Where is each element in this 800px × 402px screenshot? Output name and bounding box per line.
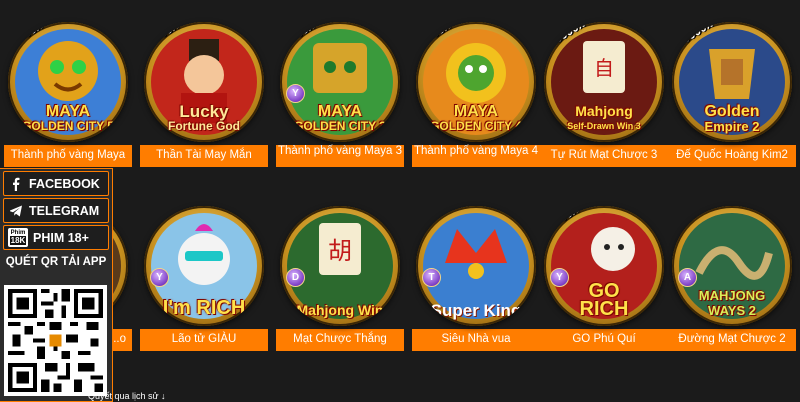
- social-side-panel: FACEBOOK TELEGRAM Phim 18K PHIM 18+ QUÉT …: [0, 168, 113, 402]
- game-card-maya-golden-city-3[interactable]: 1000x Y MAYA GOLDEN CITY 3 Thành phố vàng…: [276, 22, 404, 167]
- game-card-maya-golden-city-5[interactable]: 1700x MAYA GOLDEN CITY 5 Thành phố vàng M…: [4, 22, 132, 167]
- game-card-mahjong-ways-2[interactable]: A MAHJONG WAYS 2 Đường Mạt Chược 2: [668, 206, 796, 351]
- game-card-go-rich[interactable]: 3000x Y GO RICH GO Phú Quí: [540, 206, 668, 351]
- game-logo: Super King: [430, 301, 522, 320]
- provider-badge: D: [286, 268, 305, 287]
- game-logo: MAYA GOLDEN CITY 5: [22, 103, 114, 134]
- facebook-icon: [8, 176, 24, 192]
- provider-badge: Y: [286, 84, 305, 103]
- game-title: Thành phố vàng Maya 4: [412, 145, 540, 167]
- game-thumbnail: A MAHJONG WAYS 2: [672, 206, 792, 326]
- game-thumbnail: 1700x MAYA GOLDEN CITY 5: [8, 22, 128, 142]
- game-thumbnail: 1700x MAYA GOLDEN CITY 4: [416, 22, 536, 142]
- game-title: Siêu Nhà vua: [412, 329, 540, 351]
- game-logo: GO RICH: [579, 280, 629, 320]
- game-logo: MAYA GOLDEN CITY 4: [430, 103, 522, 134]
- game-logo: MAHJONG WAYS 2: [698, 288, 766, 318]
- game-logo: Lucky Fortune God: [168, 102, 240, 133]
- provider-badge: T: [422, 268, 441, 287]
- game-thumbnail: 3000x Lucky Fortune God: [144, 22, 264, 142]
- game-title: Đường Mạt Chược 2: [668, 329, 796, 351]
- game-title: Lão tử GIÀU: [140, 329, 268, 351]
- game-logo: Golden Empire 2: [704, 103, 760, 135]
- telegram-label: TELEGRAM: [29, 203, 100, 218]
- game-card-mahjong-win[interactable]: 胡 D Mahjong Win Mạt Chược Thắng: [276, 206, 404, 351]
- game-title: Thành phố vàng Maya: [4, 145, 132, 167]
- game-thumbnail: Y I'm RICH: [144, 206, 264, 326]
- game-thumbnail: 胡 D Mahjong Win: [280, 206, 400, 326]
- game-grid: 1700x MAYA GOLDEN CITY 5 Thành phố vàng M…: [0, 0, 800, 400]
- qr-title: QUÉT QR TẢI APP: [5, 256, 107, 268]
- provider-badge: Y: [150, 268, 169, 287]
- game-card-golden-empire-2[interactable]: 10000x Golden Empire 2 Đế Quốc Hoàng Kim2: [668, 22, 796, 167]
- game-thumbnail: 自 15000x Mahjong Self-Drawn Win 3: [544, 22, 664, 142]
- game-thumbnail: 1000x Y MAYA GOLDEN CITY 3: [280, 22, 400, 142]
- game-title: Tự Rút Mạt Chược 3: [540, 145, 668, 167]
- game-title: Thành phố vàng Maya 3: [276, 145, 404, 167]
- telegram-icon: [8, 203, 24, 219]
- game-card-im-rich[interactable]: Y I'm RICH Lão tử GIÀU: [140, 206, 268, 351]
- facebook-button[interactable]: FACEBOOK: [3, 171, 109, 196]
- game-card-lucky-fortune-god[interactable]: 3000x Lucky Fortune God Thần Tài May Mắn: [140, 22, 268, 167]
- game-logo: I'm RICH: [162, 297, 246, 319]
- game-card-maya-golden-city-4[interactable]: 1700x MAYA GOLDEN CITY 4 Thành phố vàng M…: [412, 22, 540, 167]
- game-logo: Mahjong Win: [296, 302, 384, 318]
- game-card-super-king[interactable]: T Super King Siêu Nhà vua: [412, 206, 540, 351]
- game-title: Thần Tài May Mắn: [140, 145, 268, 167]
- provider-badge: A: [678, 268, 697, 287]
- game-card-mahjong-self-drawn-win-3[interactable]: 自 15000x Mahjong Self-Drawn Win 3 Tự Rút …: [540, 22, 668, 167]
- game-thumbnail: 3000x Y GO RICH: [544, 206, 664, 326]
- svg-text:胡: 胡: [328, 237, 352, 265]
- game-thumbnail: T Super King: [416, 206, 536, 326]
- game-title: Mạt Chược Thắng: [276, 329, 404, 351]
- svg-text:自: 自: [594, 56, 614, 80]
- game-title: Đế Quốc Hoàng Kim2: [668, 145, 796, 167]
- game-title: GO Phú Quí: [540, 329, 668, 351]
- game-logo: MAYA GOLDEN CITY 3: [294, 103, 386, 134]
- phim-18k-badge: Phim 18K: [8, 228, 28, 247]
- app-download-qr-code[interactable]: [4, 285, 107, 396]
- phim-18-button[interactable]: Phim 18K PHIM 18+: [3, 225, 109, 250]
- game-logo: Mahjong Self-Drawn Win 3: [567, 103, 641, 132]
- facebook-label: FACEBOOK: [29, 176, 100, 191]
- game-thumbnail: 10000x Golden Empire 2: [672, 22, 792, 142]
- phim-label: PHIM 18+: [33, 230, 89, 245]
- telegram-button[interactable]: TELEGRAM: [3, 198, 109, 223]
